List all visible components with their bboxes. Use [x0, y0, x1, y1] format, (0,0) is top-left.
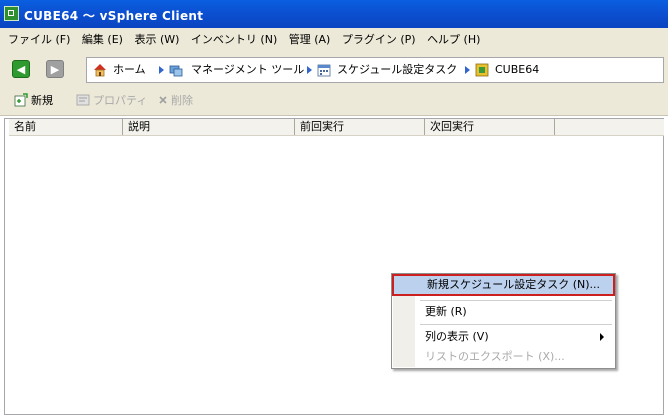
new-button-label: 新規 — [31, 94, 53, 107]
forward-arrow-icon[interactable]: ▶ — [46, 60, 64, 78]
breadcrumb-host[interactable]: CUBE64 — [495, 58, 539, 82]
menu-file[interactable]: ファイル (F) — [0, 28, 74, 52]
menu-administration[interactable]: 管理 (A) — [285, 28, 335, 52]
breadcrumb-scheduled-tasks[interactable]: スケジュール設定タスク — [337, 58, 457, 82]
menu-item-refresh[interactable]: 更新 (R) — [393, 302, 614, 322]
menu-inventory[interactable]: インベントリ (N) — [187, 28, 281, 52]
new-task-icon — [14, 93, 28, 107]
toolbar: 新規 プロパティ 削除 — [0, 86, 668, 116]
properties-button[interactable]: プロパティ — [76, 93, 147, 109]
title-bar: CUBE64 ～ vSphere Client — [0, 0, 668, 28]
column-header-next-run[interactable]: 次回実行 — [425, 119, 555, 135]
host-icon — [475, 63, 489, 77]
menu-item-new-scheduled-task[interactable]: 新規スケジュール設定タスク (N)... — [392, 274, 615, 296]
properties-button-label: プロパティ — [93, 94, 148, 107]
home-icon — [93, 63, 107, 77]
window-title: CUBE64 ～ vSphere Client — [24, 9, 204, 23]
menu-help[interactable]: ヘルプ (H) — [423, 28, 484, 52]
properties-icon — [76, 93, 90, 107]
menu-item-export-list[interactable]: リストのエクスポート (X)... — [393, 347, 614, 367]
breadcrumb-separator-icon — [159, 66, 164, 74]
new-button[interactable]: 新規 — [14, 93, 53, 109]
breadcrumb-separator-icon — [465, 66, 470, 74]
submenu-arrow-icon — [600, 333, 604, 341]
column-header-name[interactable]: 名前 — [9, 119, 123, 135]
context-menu: 新規スケジュール設定タスク (N)... 更新 (R) 列の表示 (V) リスト… — [391, 273, 616, 369]
menu-plugins[interactable]: プラグイン (P) — [338, 28, 420, 52]
menu-separator — [420, 324, 612, 325]
menu-separator — [420, 300, 612, 301]
menu-view[interactable]: 表示 (W) — [130, 28, 183, 52]
column-header-description[interactable]: 説明 — [123, 119, 295, 135]
menu-edit[interactable]: 編集 (E) — [78, 28, 127, 52]
management-tools-icon — [169, 63, 183, 77]
menu-item-view-columns[interactable]: 列の表示 (V) — [393, 327, 614, 347]
delete-button-label: 削除 — [171, 94, 193, 107]
scheduled-tasks-icon — [317, 63, 331, 77]
delete-icon — [158, 93, 168, 107]
table-header: 名前 説明 前回実行 次回実行 — [9, 119, 664, 136]
scheduled-tasks-list[interactable]: 名前 説明 前回実行 次回実行 — [4, 118, 664, 415]
back-arrow-icon[interactable]: ◀ — [12, 60, 30, 78]
breadcrumb: ホーム マネージメント ツール スケジュール設定タスク CUBE64 — [86, 57, 664, 83]
navigation-bar: ◀ ▶ ホーム マネージメント ツール スケジュール設定タスク CUBE64 — [0, 52, 668, 86]
delete-button[interactable]: 削除 — [158, 93, 193, 109]
column-header-last-run[interactable]: 前回実行 — [295, 119, 425, 135]
menu-item-view-columns-label: 列の表示 (V) — [425, 330, 489, 343]
menu-bar: ファイル (F) 編集 (E) 表示 (W) インベントリ (N) 管理 (A)… — [0, 28, 668, 52]
breadcrumb-management-tools[interactable]: マネージメント ツール — [191, 58, 304, 82]
vsphere-app-icon — [4, 6, 19, 21]
breadcrumb-home[interactable]: ホーム — [113, 58, 146, 82]
breadcrumb-separator-icon — [307, 66, 312, 74]
